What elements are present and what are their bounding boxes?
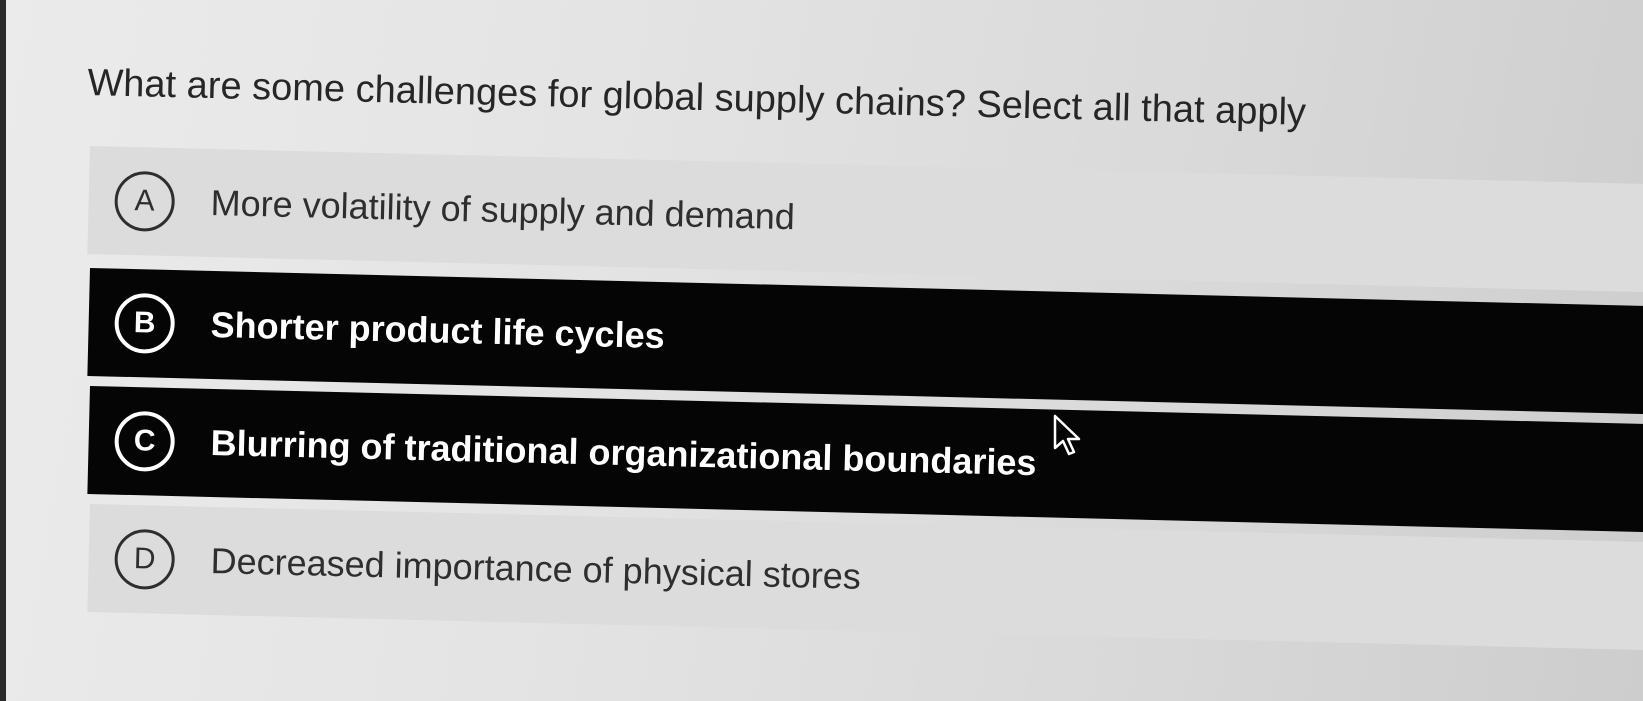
option-b-letter-badge: B: [113, 292, 176, 355]
screen-bezel: [0, 0, 6, 701]
option-a[interactable]: A More volatility of supply and demand: [87, 146, 1643, 294]
option-a-label: More volatility of supply and demand: [210, 181, 796, 238]
option-d-label: Decreased importance of physical stores: [210, 539, 862, 597]
mouse-pointer-icon: [1053, 414, 1081, 456]
option-d-letter-badge: D: [113, 528, 176, 591]
option-b-label: Shorter product life cycles: [210, 303, 666, 357]
option-a-letter-badge: A: [113, 170, 176, 233]
option-c-label: Blurring of traditional organizational b…: [210, 421, 1037, 484]
option-c-letter-badge: C: [113, 410, 176, 473]
question-prompt: What are some challenges for global supp…: [86, 62, 1307, 134]
